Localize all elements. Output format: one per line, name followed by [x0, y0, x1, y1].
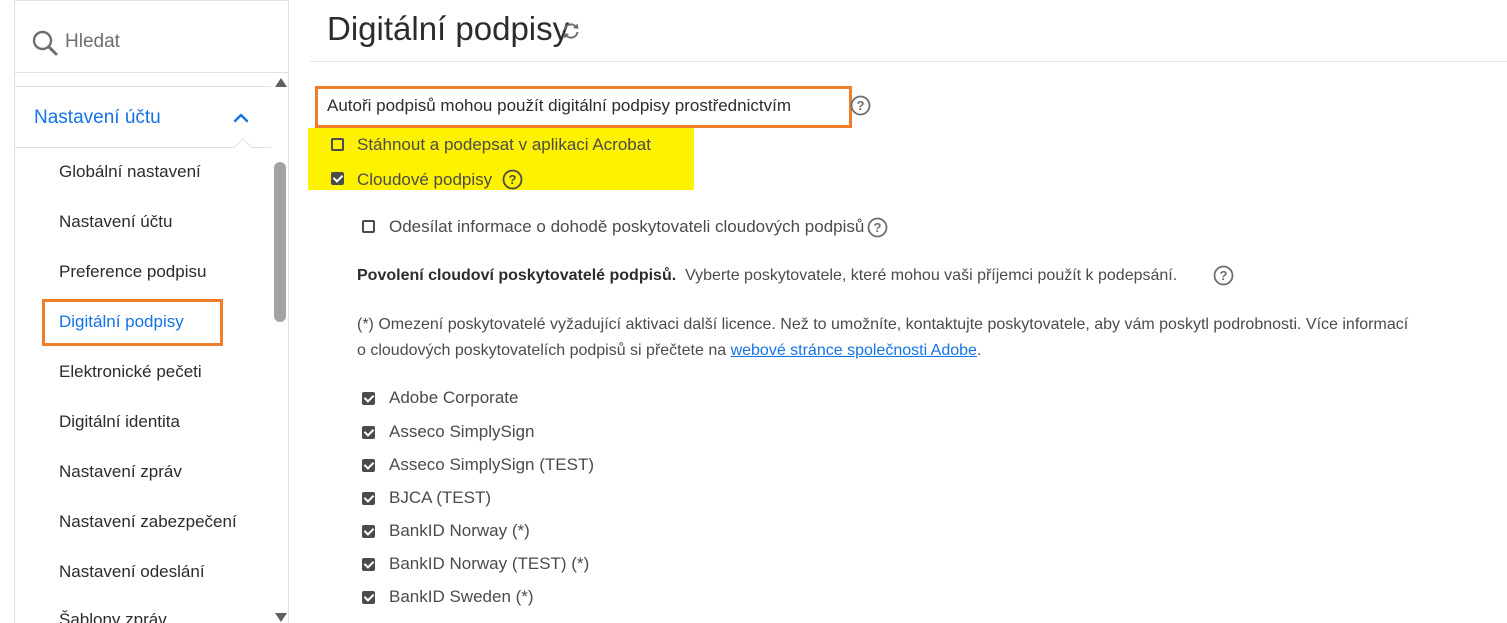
send-info-checkbox[interactable] — [362, 220, 375, 233]
svg-text:?: ? — [874, 220, 882, 235]
providers-desc: Vyberte poskytovatele, které mohou vaši … — [685, 267, 1178, 284]
chevron-up-icon[interactable] — [233, 111, 249, 129]
provider-label: Asseco SimplySign (TEST) — [389, 455, 594, 474]
help-icon[interactable]: ? — [502, 169, 523, 195]
provider-checkbox[interactable] — [362, 392, 375, 405]
provider-checkbox[interactable] — [362, 558, 375, 571]
sidebar-item-signature-preferences[interactable]: Preference podpisu — [59, 262, 206, 282]
title-divider — [310, 61, 1507, 62]
sidebar-item-account-settings[interactable]: Nastavení účtu — [59, 212, 172, 232]
send-info-label: Odesílat informace o dohodě poskytovatel… — [389, 217, 865, 236]
active-item-annotation — [42, 299, 223, 346]
provider-checkbox[interactable] — [362, 525, 375, 538]
section-label: Nastavení účtu — [34, 107, 161, 128]
provider-label: BankID Norway (TEST) (*) — [389, 554, 590, 573]
providers-heading: Povolení cloudoví poskytovatelé podpisů. — [357, 267, 677, 284]
sidebar-scrollbar[interactable] — [271, 78, 288, 623]
sidebar-item-electronic-seals[interactable]: Elektronické pečeti — [59, 362, 202, 382]
svg-text:?: ? — [1220, 268, 1228, 283]
provider-label: Adobe Corporate — [389, 388, 519, 407]
sidebar: Nastavení účtu Globální nastavení Nastav… — [14, 0, 289, 623]
providers-intro: Povolení cloudoví poskytovatelé podpisů.… — [357, 263, 1457, 289]
sidebar-item-send-settings[interactable]: Nastavení odeslání — [59, 562, 205, 582]
option-acrobat-label: Stáhnout a podepsat v aplikaci Acrobat — [357, 135, 651, 154]
svg-text:?: ? — [857, 98, 865, 113]
svg-text:?: ? — [509, 172, 517, 187]
page-title: Digitální podpisy — [327, 10, 570, 47]
search-icon — [32, 30, 58, 61]
license-notice: (*) Omezení poskytovatelé vyžadující akt… — [357, 312, 1457, 364]
scroll-down-arrow[interactable] — [275, 613, 287, 622]
notice-line1: (*) Omezení poskytovatelé vyžadující akt… — [357, 316, 1409, 333]
provider-label: BankID Sweden (*) — [389, 587, 534, 606]
provider-checkbox[interactable] — [362, 492, 375, 505]
sidebar-item-global-settings[interactable]: Globální nastavení — [59, 162, 201, 182]
provider-label: Asseco SimplySign — [389, 422, 535, 441]
help-icon[interactable]: ? — [1213, 265, 1234, 291]
option-acrobat-checkbox[interactable] — [331, 138, 344, 151]
help-icon[interactable]: ? — [850, 95, 871, 121]
adobe-website-link[interactable]: webové stránce společnosti Adobe — [731, 342, 977, 359]
section-header-account-settings[interactable]: Nastavení účtu — [15, 86, 271, 158]
option-cloud-checkbox[interactable] — [331, 172, 344, 185]
provider-checkbox[interactable] — [362, 591, 375, 604]
search-input[interactable] — [65, 23, 265, 61]
option-cloud-label: Cloudové podpisy — [357, 170, 493, 189]
provider-checkbox[interactable] — [362, 426, 375, 439]
section-heading: Autoři podpisů mohou použít digitální po… — [327, 96, 791, 115]
provider-checkbox[interactable] — [362, 459, 375, 472]
sidebar-item-message-templates[interactable]: Šablony zpráv — [59, 610, 167, 623]
provider-label: BJCA (TEST) — [389, 488, 492, 507]
help-icon[interactable]: ? — [867, 217, 888, 243]
search-bar — [15, 0, 288, 73]
caret-notch — [233, 138, 253, 158]
scroll-up-arrow[interactable] — [275, 78, 287, 87]
notice-suffix: . — [976, 342, 982, 359]
provider-label: BankID Norway (*) — [389, 521, 530, 540]
refresh-icon[interactable] — [561, 21, 581, 46]
sidebar-item-message-settings[interactable]: Nastavení zpráv — [59, 462, 182, 482]
sidebar-item-digital-identity[interactable]: Digitální identita — [59, 412, 180, 432]
main-content: Digitální podpisy Autoři podpisů mohou p… — [290, 0, 1507, 623]
scroll-thumb[interactable] — [274, 162, 286, 322]
notice-line2: o cloudových poskytovatelích podpisů si … — [357, 342, 731, 359]
sidebar-item-security-settings[interactable]: Nastavení zabezpečení — [59, 512, 237, 532]
